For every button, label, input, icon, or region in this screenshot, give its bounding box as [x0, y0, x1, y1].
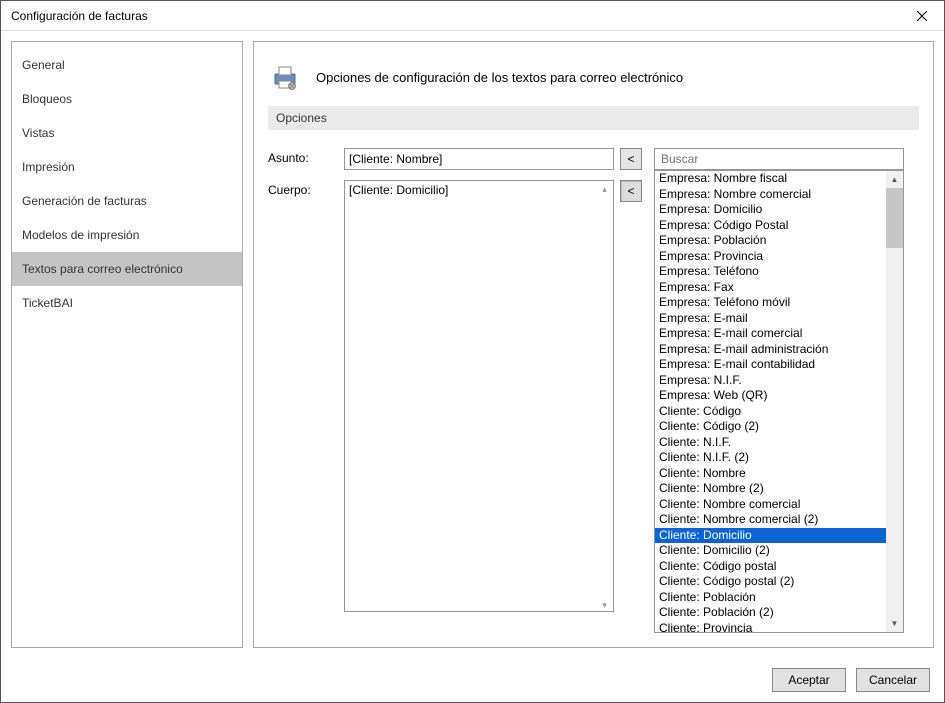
fieldlist-item[interactable]: Empresa: Provincia — [655, 249, 903, 265]
workarea: Asunto: < Cuerpo: ▴ ▾ < — [268, 130, 919, 633]
fieldlist-item[interactable]: Cliente: Domicilio — [655, 528, 903, 544]
asunto-input[interactable] — [344, 148, 614, 170]
cuerpo-input[interactable] — [344, 180, 614, 612]
close-button[interactable] — [899, 1, 944, 30]
fieldlist-item[interactable]: Empresa: Domicilio — [655, 202, 903, 218]
asunto-row: Asunto: < — [268, 148, 642, 170]
scroll-thumb[interactable] — [886, 188, 903, 248]
titlebar: Configuración de facturas — [1, 1, 944, 31]
sidebar-item-generacion[interactable]: Generación de facturas — [12, 184, 242, 218]
search-input[interactable] — [654, 148, 904, 170]
fieldlist-item[interactable]: Empresa: Código Postal — [655, 218, 903, 234]
sidebar-item-textos-correo[interactable]: Textos para correo electrónico — [12, 252, 242, 286]
cuerpo-scroll-up[interactable]: ▴ — [596, 181, 613, 198]
fieldlist-item[interactable]: Empresa: E-mail comercial — [655, 326, 903, 342]
main-header: Opciones de configuración de los textos … — [268, 56, 919, 100]
asunto-label: Asunto: — [268, 148, 338, 165]
printer-icon — [272, 64, 298, 90]
fieldlist-item[interactable]: Empresa: E-mail — [655, 311, 903, 327]
fieldlist-item[interactable]: Cliente: Nombre (2) — [655, 481, 903, 497]
fieldlist-item[interactable]: Empresa: Teléfono — [655, 264, 903, 280]
fieldlist[interactable]: Empresa: Nombre fiscalEmpresa: Nombre co… — [654, 170, 904, 633]
sidebar-item-impresion[interactable]: Impresión — [12, 150, 242, 184]
fieldlist-item[interactable]: Empresa: N.I.F. — [655, 373, 903, 389]
form-column: Asunto: < Cuerpo: ▴ ▾ < — [268, 148, 642, 633]
accept-button[interactable]: Aceptar — [772, 668, 846, 692]
fieldlist-item[interactable]: Empresa: Fax — [655, 280, 903, 296]
sidebar: General Bloqueos Vistas Impresión Genera… — [11, 41, 243, 648]
fieldlist-item[interactable]: Empresa: Nombre comercial — [655, 187, 903, 203]
main-title: Opciones de configuración de los textos … — [316, 70, 683, 85]
fieldlist-column: Empresa: Nombre fiscalEmpresa: Nombre co… — [654, 148, 919, 633]
fieldlist-item[interactable]: Empresa: E-mail administración — [655, 342, 903, 358]
sidebar-item-vistas[interactable]: Vistas — [12, 116, 242, 150]
scroll-down-icon[interactable]: ▼ — [886, 615, 903, 632]
fieldlist-item[interactable]: Cliente: Código (2) — [655, 419, 903, 435]
fieldlist-item[interactable]: Cliente: N.I.F. — [655, 435, 903, 451]
footer: Aceptar Cancelar — [1, 658, 944, 702]
fieldlist-item[interactable]: Empresa: Población — [655, 233, 903, 249]
window-title: Configuración de facturas — [11, 9, 148, 23]
fieldlist-item[interactable]: Cliente: Código postal (2) — [655, 574, 903, 590]
insert-cuerpo-button[interactable]: < — [620, 180, 642, 202]
sidebar-item-ticketbai[interactable]: TicketBAI — [12, 286, 242, 320]
sidebar-item-general[interactable]: General — [12, 48, 242, 82]
fieldlist-item[interactable]: Cliente: N.I.F. (2) — [655, 450, 903, 466]
cuerpo-scroll-down[interactable]: ▾ — [596, 597, 613, 614]
fieldlist-item[interactable]: Cliente: Nombre comercial (2) — [655, 512, 903, 528]
fieldlist-item[interactable]: Cliente: Nombre — [655, 466, 903, 482]
fieldlist-item[interactable]: Empresa: Teléfono móvil — [655, 295, 903, 311]
dialog-window: Configuración de facturas General Bloque… — [0, 0, 945, 703]
cancel-button[interactable]: Cancelar — [856, 668, 930, 692]
fieldlist-item[interactable]: Cliente: Código postal — [655, 559, 903, 575]
fieldlist-item[interactable]: Empresa: Nombre fiscal — [655, 171, 903, 187]
sidebar-item-modelos[interactable]: Modelos de impresión — [12, 218, 242, 252]
fieldlist-item[interactable]: Cliente: Población (2) — [655, 605, 903, 621]
insert-asunto-button[interactable]: < — [620, 148, 642, 170]
fieldlist-item[interactable]: Cliente: Código — [655, 404, 903, 420]
fieldlist-scrollbar[interactable]: ▲ ▼ — [886, 171, 903, 632]
scroll-up-icon[interactable]: ▲ — [886, 171, 903, 188]
fieldlist-item[interactable]: Cliente: Población — [655, 590, 903, 606]
fieldlist-item[interactable]: Cliente: Provincia — [655, 621, 903, 633]
fieldlist-item[interactable]: Empresa: Web (QR) — [655, 388, 903, 404]
cuerpo-row: Cuerpo: ▴ ▾ < — [268, 180, 642, 615]
sidebar-item-bloqueos[interactable]: Bloqueos — [12, 82, 242, 116]
cuerpo-wrap: ▴ ▾ — [344, 180, 614, 615]
fieldlist-item[interactable]: Cliente: Nombre comercial — [655, 497, 903, 513]
fieldlist-item[interactable]: Cliente: Domicilio (2) — [655, 543, 903, 559]
section-label: Opciones — [268, 106, 919, 130]
fieldlist-item[interactable]: Empresa: E-mail contabilidad — [655, 357, 903, 373]
close-icon — [917, 11, 927, 21]
content-area: General Bloqueos Vistas Impresión Genera… — [1, 31, 944, 658]
main-panel: Opciones de configuración de los textos … — [253, 41, 934, 648]
cuerpo-label: Cuerpo: — [268, 180, 338, 197]
